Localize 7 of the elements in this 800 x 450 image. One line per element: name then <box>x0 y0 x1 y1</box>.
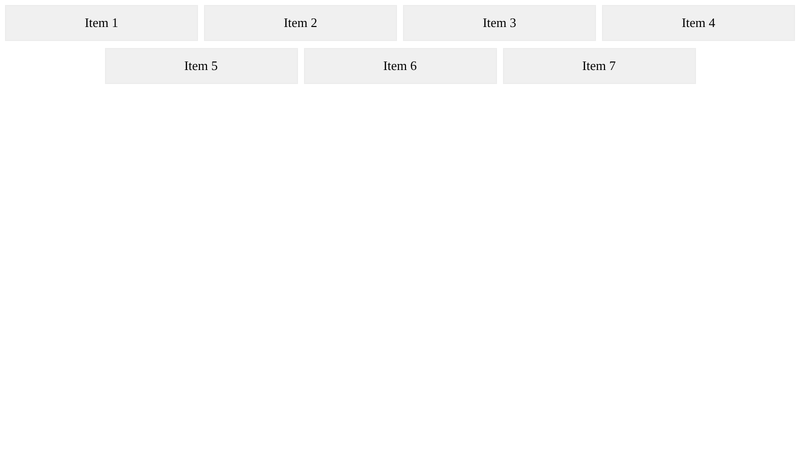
grid-item: Item 4 <box>602 5 795 41</box>
grid-item: Item 6 <box>304 48 496 84</box>
grid-item: Item 3 <box>403 5 596 41</box>
grid-item: Item 1 <box>5 5 198 41</box>
grid-item: Item 2 <box>204 5 397 41</box>
grid-item: Item 5 <box>104 48 298 84</box>
grid-item: Item 7 <box>502 48 696 84</box>
